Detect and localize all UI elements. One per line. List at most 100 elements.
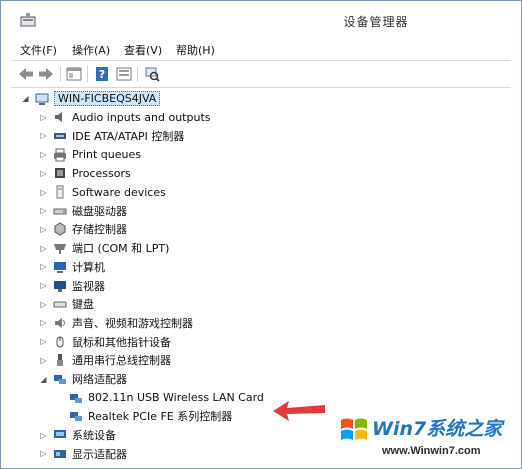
menu-bar: 文件(F) 操作(A) 查看(V) 帮助(H): [1, 39, 521, 59]
tree-item-label: Processors: [72, 166, 131, 180]
toolbar-separator: [137, 66, 138, 82]
expand-arrow-icon[interactable]: ▷: [39, 206, 48, 215]
expand-arrow-icon[interactable]: ▷: [39, 131, 48, 140]
tree-item-label: 鼠标和其他指针设备: [72, 335, 171, 349]
tree-item-category[interactable]: ▷ 存储控制器: [39, 221, 127, 238]
tree-root[interactable]: ◢ WIN-FICBEQS4JVA: [21, 90, 161, 107]
tree-item-category[interactable]: ▷ 声音、视频和游戏控制器: [39, 314, 193, 331]
collapse-arrow-icon[interactable]: ◢: [39, 375, 48, 384]
tree-item-category[interactable]: ▷ 监视器: [39, 277, 105, 294]
tree-item-label: 计算机: [72, 260, 105, 274]
storage-controller-icon: [53, 222, 67, 236]
expand-arrow-icon[interactable]: ▷: [39, 113, 48, 122]
expand-arrow-icon[interactable]: ▷: [39, 281, 48, 290]
toolbar: ?: [11, 60, 511, 88]
watermark-brand: Win7系统之家: [372, 418, 503, 440]
window-title: 设备管理器: [343, 15, 409, 29]
network-adapter-icon: [53, 372, 67, 386]
windows-logo-icon: [341, 418, 367, 440]
expand-arrow-icon[interactable]: ▷: [39, 262, 48, 271]
display-adapter-icon: [53, 447, 67, 461]
expand-arrow-icon[interactable]: ▷: [39, 169, 48, 178]
tree-item-category[interactable]: ▷ 显示适配器: [39, 445, 127, 462]
expand-arrow-icon[interactable]: ▷: [39, 188, 48, 197]
menu-file[interactable]: 文件(F): [20, 42, 57, 58]
tree-item-label: IDE ATA/ATAPI 控制器: [72, 129, 185, 143]
tree-item-category[interactable]: ▷ Print queues: [39, 146, 141, 163]
usb-icon: [53, 353, 67, 367]
device-tree: ◢ WIN-FICBEQS4JVA ▷ Audio inputs and output…: [11, 89, 511, 463]
watermark: Win7系统之家 www.Winwin7.com: [338, 412, 520, 467]
tree-item-label: 通用串行总线控制器: [72, 354, 171, 368]
mouse-icon: [53, 335, 67, 349]
expand-arrow-icon[interactable]: ▷: [39, 356, 48, 365]
tree-item-category[interactable]: ▷ IDE ATA/ATAPI 控制器: [39, 127, 184, 144]
tree-item-category[interactable]: ▷ 通用串行总线控制器: [39, 352, 171, 369]
tree-item-category[interactable]: ▷ 鼠标和其他指针设备: [39, 333, 171, 350]
menu-view[interactable]: 查看(V): [124, 42, 162, 58]
tree-item-device[interactable]: 802.11n USB Wireless LAN Card: [69, 389, 264, 406]
help-icon[interactable]: ?: [93, 65, 111, 83]
printer-icon: [53, 148, 67, 162]
back-arrow-icon[interactable]: [17, 65, 35, 83]
toolbar-separator: [87, 66, 88, 82]
tree-item-label: 系统设备: [72, 429, 116, 443]
menu-action[interactable]: 操作(A): [72, 42, 110, 58]
tree-item-label: 端口 (COM 和 LPT): [72, 242, 170, 256]
toolbar-separator: [60, 66, 61, 82]
tree-item-category[interactable]: ▷ 磁盘驱动器: [39, 202, 127, 219]
tree-item-category[interactable]: ▷ 端口 (COM 和 LPT): [39, 240, 169, 257]
tree-item-label: 磁盘驱动器: [72, 204, 127, 218]
tree-item-label: 监视器: [72, 279, 105, 293]
expand-arrow-icon[interactable]: ▷: [39, 337, 48, 346]
show-hide-tree-icon[interactable]: [65, 65, 83, 83]
tree-item-label: 网络适配器: [72, 373, 127, 386]
expand-arrow-icon[interactable]: ▷: [39, 225, 48, 234]
computer-icon: [53, 260, 67, 274]
sound-video-icon: [53, 316, 67, 330]
tree-item-label: 键盘: [72, 298, 94, 312]
tree-item-category[interactable]: ▷ Software devices: [39, 184, 166, 201]
title-bar: 设备管理器: [1, 1, 521, 39]
tree-item-category[interactable]: ◢ 网络适配器: [39, 371, 127, 388]
tree-item-label: 显示适配器: [72, 447, 127, 461]
tree-item-category[interactable]: ▷ 键盘: [39, 296, 94, 313]
red-arrow-annotation: [273, 401, 325, 421]
expand-arrow-icon[interactable]: ▷: [39, 300, 48, 309]
system-device-icon: [53, 428, 67, 442]
tree-item-label: 存储控制器: [72, 223, 127, 237]
port-icon: [53, 241, 67, 255]
expand-arrow-icon[interactable]: ▷: [39, 244, 48, 253]
forward-arrow-icon[interactable]: [37, 65, 55, 83]
ide-controller-icon: [53, 129, 67, 143]
scan-hardware-icon[interactable]: [143, 65, 161, 83]
tree-item-category[interactable]: ▷ 系统设备: [39, 427, 116, 444]
disk-drive-icon: [53, 204, 67, 218]
tree-item-category[interactable]: ▷ Audio inputs and outputs: [39, 109, 211, 126]
tree-item-category[interactable]: ▷ Processors: [39, 165, 131, 182]
tree-item-category[interactable]: ▷ 计算机: [39, 258, 105, 275]
expand-arrow-icon[interactable]: ▷: [39, 449, 48, 458]
device-manager-window: 设备管理器 文件(F) 操作(A) 查看(V) 帮助(H) ? ◢ WIN-FIC…: [0, 0, 522, 469]
tree-root-label: WIN-FICBEQS4JVA: [54, 91, 161, 106]
monitor-icon: [53, 279, 67, 293]
tree-item-label: 802.11n USB Wireless LAN Card: [88, 391, 264, 405]
keyboard-icon: [53, 297, 67, 311]
processor-icon: [53, 166, 67, 180]
tree-item-label: Print queues: [72, 148, 141, 162]
expand-arrow-icon[interactable]: ▷: [39, 318, 48, 327]
tree-item-label: Realtek PCIe FE 系列控制器: [88, 410, 233, 424]
expand-arrow-icon[interactable]: ▷: [39, 150, 48, 159]
software-device-icon: [53, 185, 67, 199]
properties-icon[interactable]: [115, 65, 133, 83]
tree-item-label: Audio inputs and outputs: [72, 110, 211, 124]
network-adapter-icon: [69, 409, 83, 423]
tree-item-label: Software devices: [72, 185, 166, 199]
expand-arrow-icon[interactable]: ▷: [39, 431, 48, 440]
computer-root-icon: [35, 92, 49, 106]
menu-help[interactable]: 帮助(H): [176, 42, 215, 58]
collapse-arrow-icon[interactable]: ◢: [21, 94, 30, 103]
speaker-icon: [53, 110, 67, 124]
tree-item-device[interactable]: Realtek PCIe FE 系列控制器: [69, 408, 232, 425]
network-adapter-icon: [69, 391, 83, 405]
